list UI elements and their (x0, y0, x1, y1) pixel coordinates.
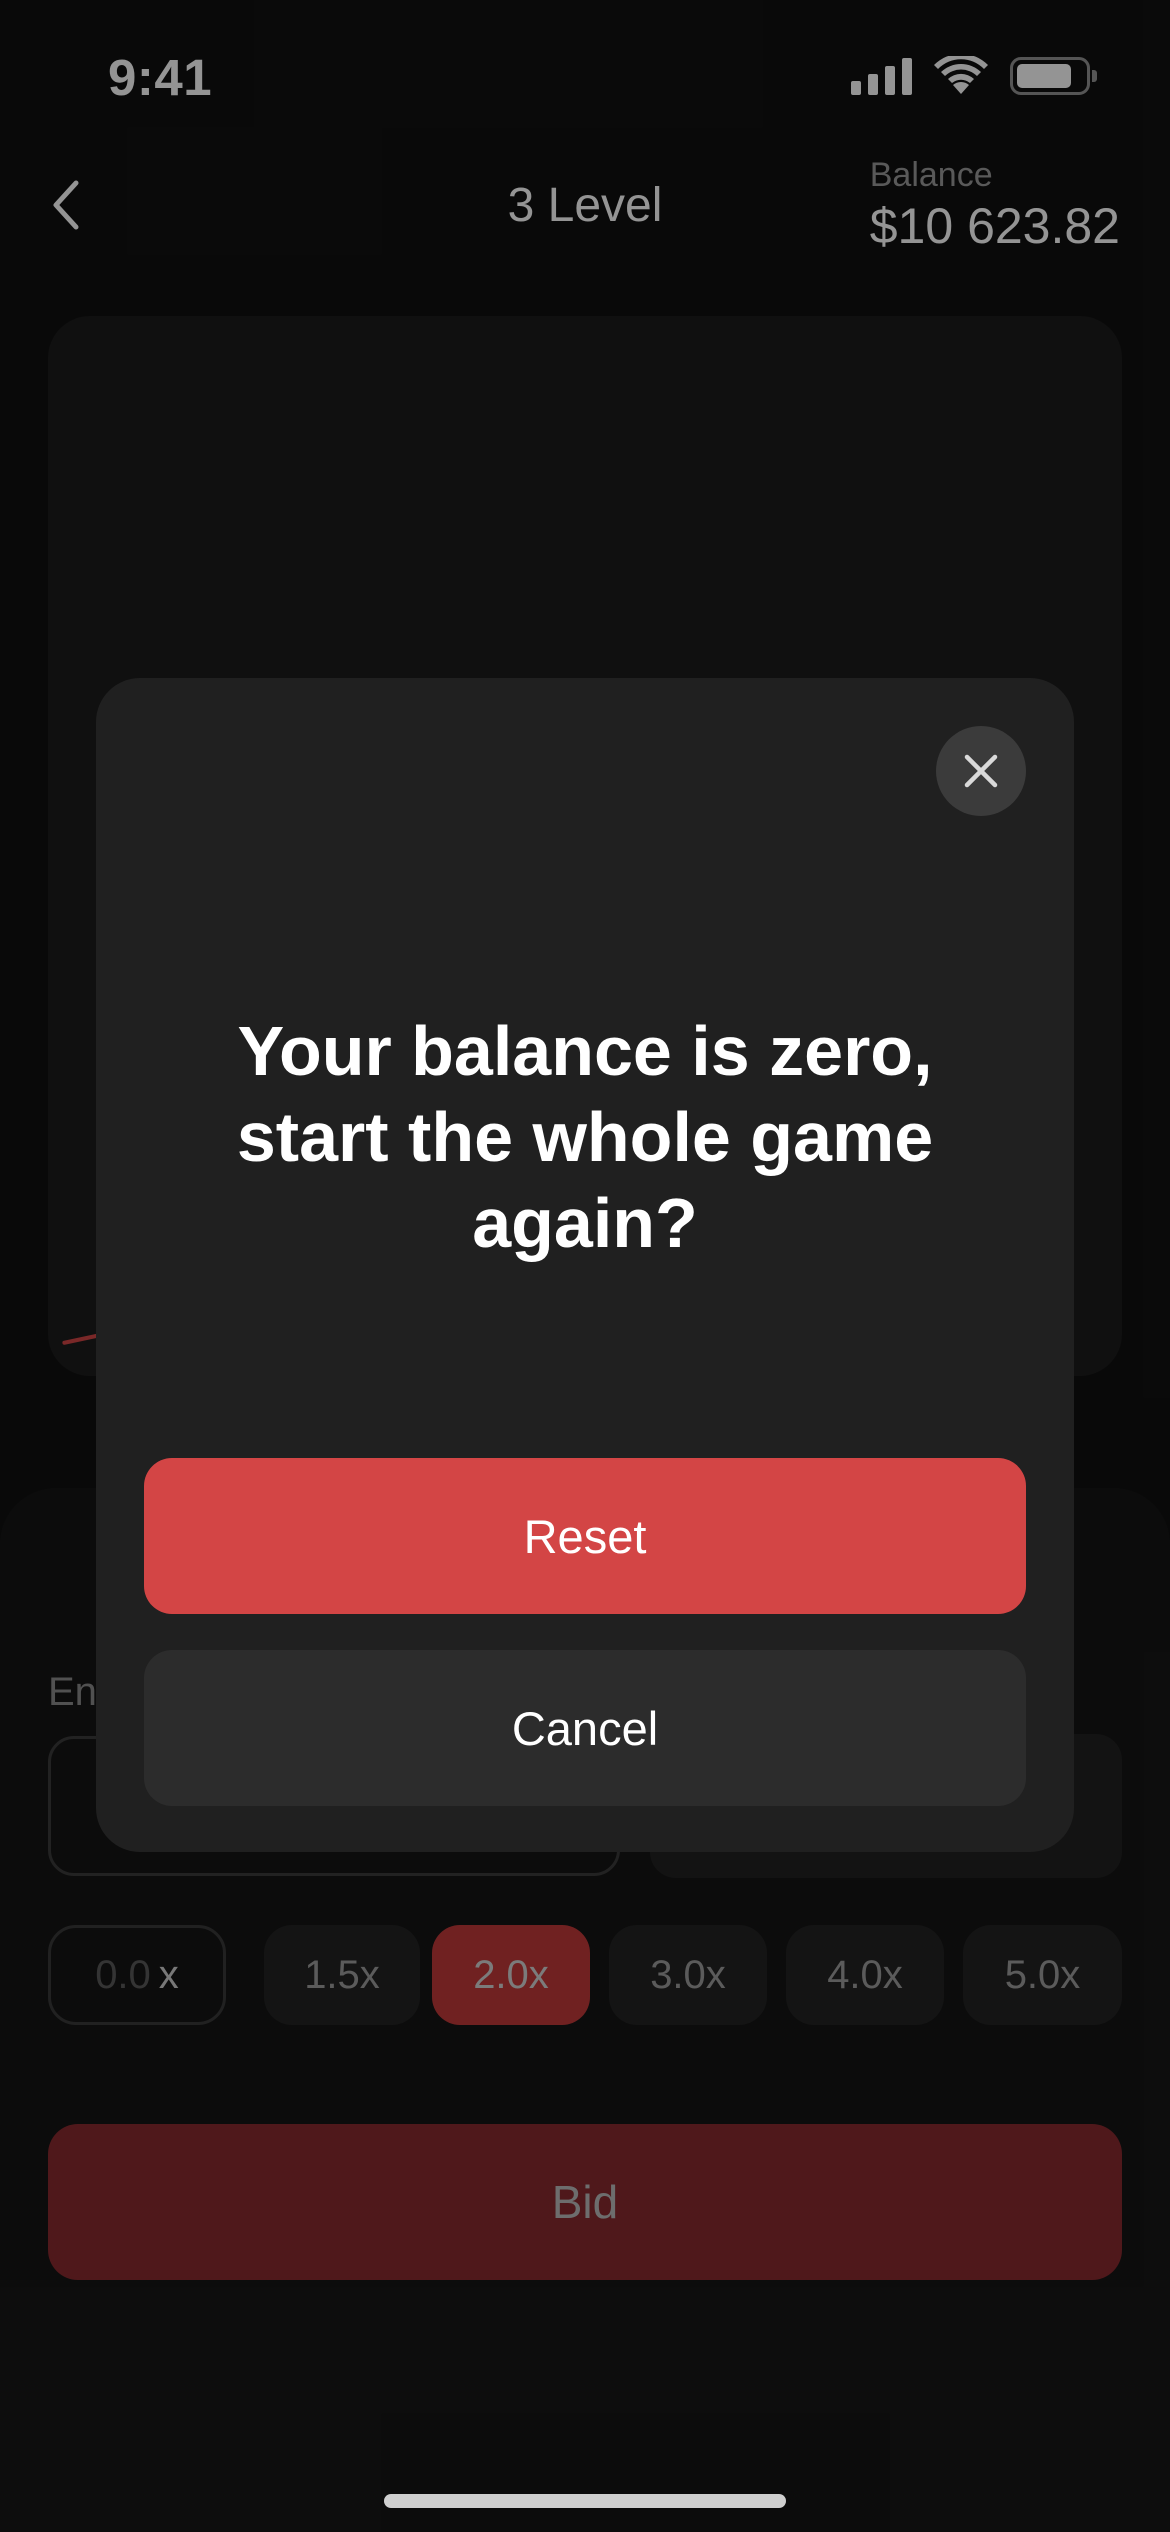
reset-dialog: Your balance is zero, start the whole ga… (96, 678, 1074, 1852)
cancel-button[interactable]: Cancel (144, 1650, 1026, 1806)
reset-button[interactable]: Reset (144, 1458, 1026, 1614)
home-indicator[interactable] (384, 2494, 786, 2508)
close-button[interactable] (936, 726, 1026, 816)
dialog-message: Your balance is zero, start the whole ga… (236, 1012, 934, 1262)
close-icon (964, 754, 998, 788)
